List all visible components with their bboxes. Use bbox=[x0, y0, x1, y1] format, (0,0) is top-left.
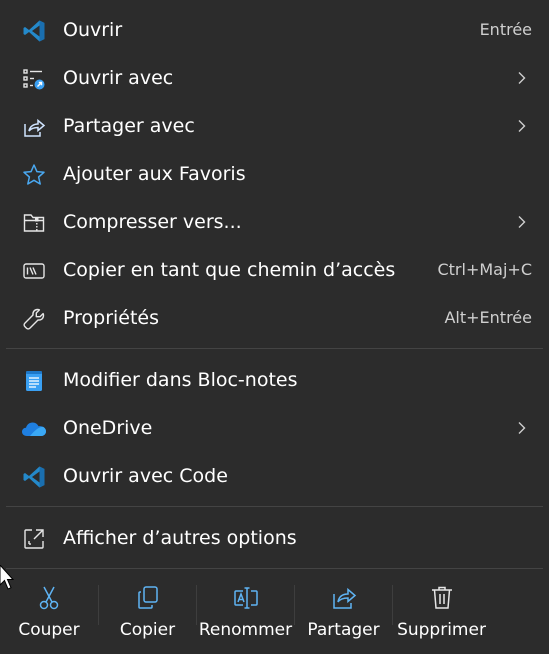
rename-label: Renommer bbox=[198, 620, 293, 640]
copy-label: Copier bbox=[119, 620, 176, 640]
chevron-right-icon bbox=[518, 216, 526, 228]
copy-icon bbox=[137, 586, 158, 609]
chevron-right-icon bbox=[518, 120, 526, 132]
menu-item-share-with[interactable]: Partager avec bbox=[0, 102, 549, 150]
rename-icon bbox=[233, 587, 258, 609]
open-with-icon bbox=[21, 66, 47, 92]
delete-button[interactable]: Supprimer bbox=[393, 571, 490, 654]
menu-item-label: OneDrive bbox=[63, 417, 153, 439]
menu-separator bbox=[6, 568, 543, 569]
vscode-icon bbox=[21, 18, 47, 44]
menu-separator bbox=[6, 506, 543, 507]
chevron-right-icon bbox=[518, 422, 526, 434]
shortcut-text: Entrée bbox=[479, 20, 532, 39]
menu-item-compress-to[interactable]: Compresser vers... bbox=[0, 198, 549, 246]
quick-actions-toolbar: Couper Copier Renommer Partager Supprime… bbox=[0, 571, 549, 654]
more-options-icon bbox=[21, 526, 47, 552]
menu-item-label: Propriétés bbox=[63, 307, 160, 329]
scissors-icon bbox=[39, 586, 59, 610]
menu-item-edit-notepad[interactable]: Modifier dans Bloc-notes bbox=[0, 356, 549, 404]
menu-item-show-more-options[interactable]: Afficher d’autres options bbox=[0, 514, 549, 562]
star-icon bbox=[21, 162, 47, 188]
menu-item-open-with-code[interactable]: Ouvrir avec Code bbox=[0, 452, 549, 500]
menu-item-onedrive[interactable]: OneDrive bbox=[0, 404, 549, 452]
shortcut-text: Ctrl+Maj+C bbox=[437, 260, 532, 279]
share-label: Partager bbox=[307, 620, 380, 640]
context-menu: Ouvrir Entrée Ouvrir avec Partager avec … bbox=[0, 0, 549, 654]
menu-item-copy-as-path[interactable]: Copier en tant que chemin d’accès Ctrl+M… bbox=[0, 246, 549, 294]
trash-icon bbox=[431, 586, 452, 609]
menu-item-label: Ouvrir avec bbox=[63, 67, 174, 89]
copy-path-icon bbox=[21, 258, 47, 284]
menu-item-open[interactable]: Ouvrir Entrée bbox=[0, 6, 549, 54]
chevron-right-icon bbox=[518, 72, 526, 84]
cut-label: Couper bbox=[18, 620, 80, 640]
vscode-icon bbox=[21, 464, 47, 490]
mouse-cursor-icon bbox=[0, 565, 14, 590]
rename-button[interactable]: Renommer bbox=[197, 571, 294, 654]
menu-item-label: Modifier dans Bloc-notes bbox=[63, 369, 298, 391]
cut-button[interactable]: Couper bbox=[0, 571, 98, 654]
share-button[interactable]: Partager bbox=[295, 571, 392, 654]
menu-item-label: Ouvrir avec Code bbox=[63, 465, 228, 487]
share-icon bbox=[21, 114, 47, 140]
menu-item-properties[interactable]: Propriétés Alt+Entrée bbox=[0, 294, 549, 342]
share-icon bbox=[332, 587, 356, 609]
menu-item-label: Compresser vers... bbox=[63, 211, 242, 233]
zip-folder-icon bbox=[21, 210, 47, 236]
menu-item-add-favorites[interactable]: Ajouter aux Favoris bbox=[0, 150, 549, 198]
menu-separator bbox=[6, 348, 543, 349]
menu-item-label: Partager avec bbox=[63, 115, 195, 137]
menu-item-label: Ajouter aux Favoris bbox=[63, 163, 246, 185]
menu-item-label: Afficher d’autres options bbox=[63, 527, 297, 549]
menu-item-label: Copier en tant que chemin d’accès bbox=[63, 259, 396, 281]
menu-item-open-with[interactable]: Ouvrir avec bbox=[0, 54, 549, 102]
shortcut-text: Alt+Entrée bbox=[444, 308, 532, 327]
menu-item-label: Ouvrir bbox=[63, 19, 123, 41]
notepad-icon bbox=[21, 368, 47, 394]
wrench-icon bbox=[21, 306, 47, 332]
copy-button[interactable]: Copier bbox=[99, 571, 196, 654]
delete-label: Supprimer bbox=[397, 620, 486, 640]
onedrive-icon bbox=[21, 416, 47, 442]
